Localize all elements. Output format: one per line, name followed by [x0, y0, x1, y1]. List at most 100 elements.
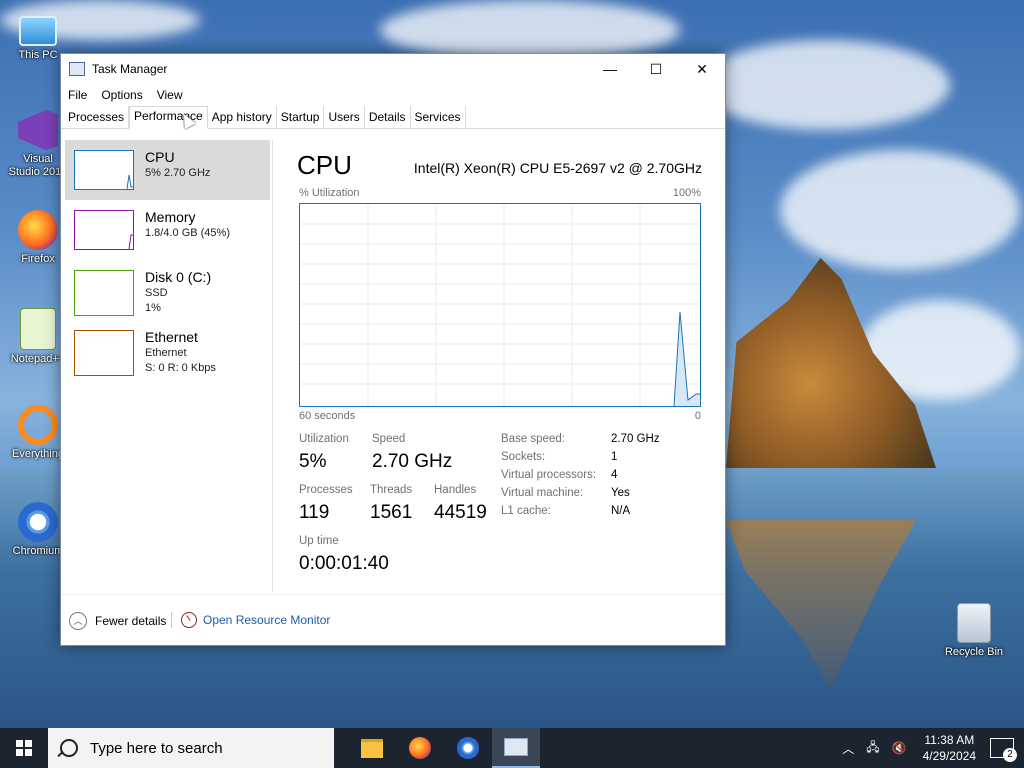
firefox-icon — [18, 210, 58, 250]
spec-value: 2.70 GHz — [611, 433, 660, 445]
tab-processes[interactable]: Processes — [64, 106, 130, 128]
desktop-icon-label: Notepad++ — [10, 353, 66, 365]
menu-file[interactable]: File — [68, 88, 87, 102]
desktop-icon-label: This PC — [18, 49, 58, 61]
tab-app-history[interactable]: App history — [208, 106, 277, 128]
volume-muted-icon[interactable]: 🔇 — [892, 741, 907, 755]
tab-details[interactable]: Details — [365, 106, 411, 128]
resource-detail-2: S: 0 R: 0 Kbps — [145, 362, 216, 374]
window-footer: ︿ Fewer details Open Resource Monitor — [61, 594, 725, 645]
folder-icon — [361, 738, 383, 758]
menu-view[interactable]: View — [157, 88, 183, 102]
maximize-button[interactable]: ☐ — [633, 54, 679, 84]
desktop-icon-firefox[interactable]: Firefox — [8, 210, 68, 265]
spec-key: L1 cache: — [501, 505, 551, 517]
spec-row: L1 cache: N/A — [501, 505, 660, 523]
tab-bar: Processes Performance App history Startu… — [61, 106, 725, 129]
cpu-utilization-graph — [299, 203, 701, 407]
monitor-icon — [19, 16, 57, 46]
resource-monitor-icon — [181, 612, 197, 628]
clock-date: 4/29/2024 — [922, 749, 976, 763]
taskbar-chromium[interactable] — [444, 728, 492, 768]
resource-detail-2: 1% — [145, 302, 161, 314]
close-button[interactable]: ✕ — [679, 54, 725, 84]
recycle-bin-icon — [957, 603, 991, 643]
memory-thumbnail-graph — [74, 210, 134, 250]
notepad-plus-plus-icon — [20, 308, 56, 350]
stat-value: 5% — [299, 451, 327, 472]
notification-count: 2 — [1003, 748, 1017, 762]
desktop-icon-recycle-bin[interactable]: Recycle Bin — [944, 603, 1004, 658]
resource-name: Disk 0 (C:) — [145, 269, 212, 285]
spec-key: Virtual machine: — [501, 487, 584, 499]
cpu-graph-svg — [300, 204, 700, 407]
stat-speed: Speed 2.70 GHz — [372, 433, 452, 473]
task-manager-icon — [504, 738, 528, 756]
taskbar-task-manager[interactable] — [492, 728, 540, 768]
stat-utilization: Utilization 5% — [299, 433, 349, 473]
desktop-icon-label: Chromium — [12, 545, 64, 557]
resource-detail: 5% 2.70 GHz — [145, 167, 211, 179]
cpu-thumbnail-graph — [74, 150, 134, 190]
clock[interactable]: 11:38 AM 4/29/2024 — [923, 732, 976, 764]
resource-item-cpu[interactable]: CPU 5% 2.70 GHz — [65, 140, 270, 200]
resource-detail: 1.8/4.0 GB (45%) — [145, 227, 230, 239]
windows-logo-icon — [16, 740, 32, 756]
utilization-axis-max: 100% — [672, 187, 701, 199]
taskbar-search-box[interactable]: Type here to search — [48, 728, 334, 768]
resource-item-disk[interactable]: Disk 0 (C:) SSD 1% — [65, 260, 270, 326]
taskbar: Type here to search ︿ 🖧 🔇 11:38 AM 4/29/… — [0, 728, 1024, 768]
performance-panel: CPU 5% 2.70 GHz Memory 1.8/4.0 GB (45%) … — [61, 130, 725, 645]
desktop-icon-everything[interactable]: Everything — [8, 405, 68, 460]
ethernet-thumbnail-graph — [74, 330, 134, 376]
menu-options[interactable]: Options — [101, 88, 142, 102]
cpu-model: Intel(R) Xeon(R) CPU E5-2697 v2 @ 2.70GH… — [413, 160, 702, 176]
desktop-icon-chromium[interactable]: Chromium — [8, 502, 68, 557]
desktop-icon-label: Firefox — [21, 253, 55, 265]
desktop-icon-this-pc[interactable]: This PC — [8, 10, 68, 61]
taskbar-firefox[interactable] — [396, 728, 444, 768]
stat-label: Up time — [299, 535, 339, 547]
resource-item-memory[interactable]: Memory 1.8/4.0 GB (45%) — [65, 200, 270, 260]
cpu-specs: Base speed: 2.70 GHz Sockets: 1 Virtual pr… — [501, 433, 660, 523]
tab-services[interactable]: Services — [411, 106, 466, 128]
clock-time: 11:38 AM — [924, 733, 975, 747]
stat-label: Utilization — [299, 433, 349, 445]
tab-performance[interactable]: Performance — [129, 106, 208, 129]
stat-threads: Threads 1561 — [370, 484, 412, 524]
menu-bar: File Options View — [61, 84, 725, 106]
search-placeholder: Type here to search — [90, 739, 223, 757]
disk-thumbnail-graph — [74, 270, 134, 316]
utilization-axis-label: % Utilization — [299, 187, 360, 199]
spec-value: Yes — [611, 487, 630, 499]
tab-startup[interactable]: Startup — [277, 106, 325, 128]
panel-divider — [272, 140, 273, 592]
fewer-details-button[interactable]: ︿ Fewer details — [69, 612, 166, 630]
spec-key: Virtual processors: — [501, 469, 597, 481]
open-resource-monitor-link[interactable]: Open Resource Monitor — [181, 612, 330, 628]
chevron-up-icon[interactable]: ︿ — [842, 740, 854, 757]
spec-key: Sockets: — [501, 451, 546, 463]
spec-value: 4 — [611, 469, 618, 481]
cpu-thumbnail-line — [126, 174, 133, 190]
action-center-button[interactable]: 2 — [990, 738, 1017, 762]
spec-row: Sockets: 1 — [501, 451, 660, 469]
time-axis-zero: 0 — [694, 410, 701, 422]
resource-name: Memory — [145, 209, 196, 225]
title-bar[interactable]: Task Manager — ☐ ✕ — [61, 54, 725, 84]
stat-value: 44519 — [434, 502, 487, 523]
resource-list: CPU 5% 2.70 GHz Memory 1.8/4.0 GB (45%) … — [65, 140, 270, 386]
stat-label: Threads — [370, 484, 413, 496]
taskbar-file-explorer[interactable] — [348, 728, 396, 768]
stat-uptime: Up time 0:00:01:40 — [299, 535, 389, 575]
tab-users[interactable]: Users — [324, 106, 365, 128]
resource-item-ethernet[interactable]: Ethernet Ethernet S: 0 R: 0 Kbps — [65, 326, 270, 386]
stat-value: 1561 — [370, 502, 413, 523]
network-icon[interactable]: 🖧 — [866, 738, 879, 759]
spec-row: Base speed: 2.70 GHz — [501, 433, 660, 451]
desktop-icon-notepad[interactable]: Notepad++ — [8, 308, 68, 365]
minimize-button[interactable]: — — [587, 54, 633, 84]
resource-detail: Ethernet — [145, 347, 187, 359]
start-button[interactable] — [0, 728, 48, 768]
visual-studio-icon — [18, 110, 58, 150]
